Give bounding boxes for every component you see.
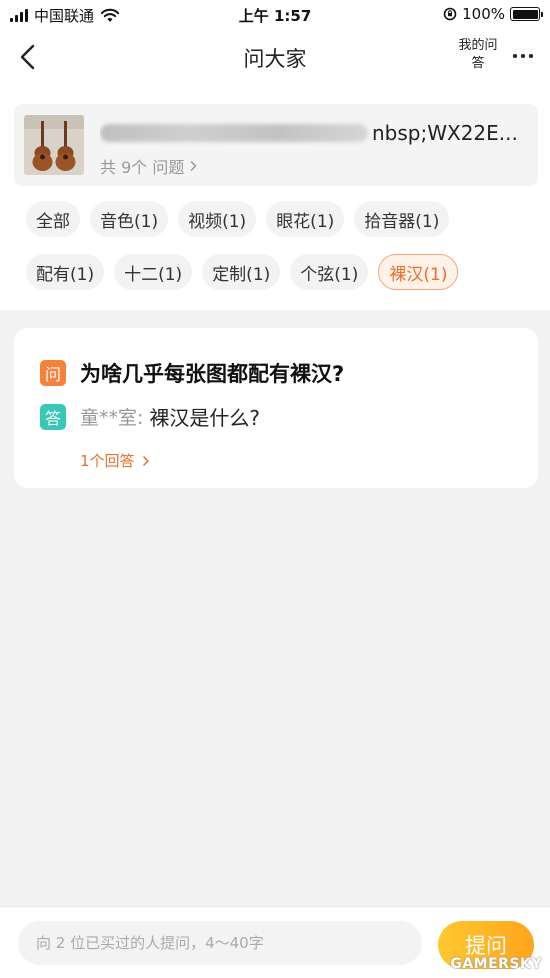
tags-row-1: 全部 音色(1) 视频(1) 眼花(1) 拾音器(1) [26,201,450,237]
question-count: 共 9个 问题 [100,154,198,178]
my-questions-button[interactable]: 我的问答 [458,37,498,73]
answers-count-label: 1个回答 [80,452,135,470]
battery-percent: 100% [462,5,505,23]
product-name-suffix: nbsp;WX22E... [372,121,518,145]
question-badge: 问 [40,360,66,386]
wifi-icon [100,8,120,22]
blurred-product-name [100,124,368,142]
tag-naked-man-active[interactable]: 裸汉(1) [378,254,459,290]
chevron-right-icon [142,455,149,466]
product-section: nbsp;WX22E... 共 9个 问题 全部 音色(1) 视频(1) 眼花(… [0,86,550,310]
tag-video[interactable]: 视频(1) [178,201,257,237]
battery-fill [512,9,538,19]
qa-card[interactable]: 问 为啥几乎每张图都配有裸汉? 答 童**室: 裸汉是什么? 1个回答 [14,328,538,488]
status-left: 中国联通 [10,5,120,26]
answer-text: 裸汉是什么? [149,406,261,430]
product-thumbnail [24,115,84,175]
tag-custom[interactable]: 定制(1) [202,254,281,290]
more-icon[interactable] [506,46,540,66]
answer-line: 答 童**室: 裸汉是什么? [40,402,260,431]
watermark: GAMERSKY [450,956,542,972]
back-button[interactable] [12,40,46,74]
product-card[interactable]: nbsp;WX22E... 共 9个 问题 [14,104,538,186]
product-name: nbsp;WX22E... [100,120,530,146]
question-text: 为啥几乎每张图都配有裸汉? [80,362,345,386]
question-count-label: 共 9个 问题 [100,158,185,177]
tag-strings[interactable]: 个弦(1) [290,254,369,290]
tags-row-2: 配有(1) 十二(1) 定制(1) 个弦(1) 裸汉(1) [26,254,459,290]
tag-dazzled[interactable]: 眼花(1) [266,201,345,237]
tag-twelve[interactable]: 十二(1) [114,254,193,290]
battery-icon [510,7,543,21]
tag-all[interactable]: 全部 [26,201,80,237]
signal-icon [10,9,28,22]
answer-user: 童**室: [80,407,144,429]
tag-tone[interactable]: 音色(1) [90,201,169,237]
nav-bar: 问大家 我的问答 [0,30,550,86]
chevron-right-icon [190,160,197,172]
tag-pickup[interactable]: 拾音器(1) [354,201,450,237]
ask-question-input[interactable] [18,921,422,965]
question-line: 问 为啥几乎每张图都配有裸汉? [40,358,344,388]
status-bar: 中国联通 上午 1:57 100% [0,0,550,30]
answers-count-link[interactable]: 1个回答 [80,450,150,471]
tag-equipped[interactable]: 配有(1) [26,254,105,290]
guitar-image [24,115,84,175]
answer-badge: 答 [40,403,66,430]
carrier-label: 中国联通 [34,7,95,25]
orientation-lock-icon [443,7,457,21]
status-right: 100% [443,5,543,23]
